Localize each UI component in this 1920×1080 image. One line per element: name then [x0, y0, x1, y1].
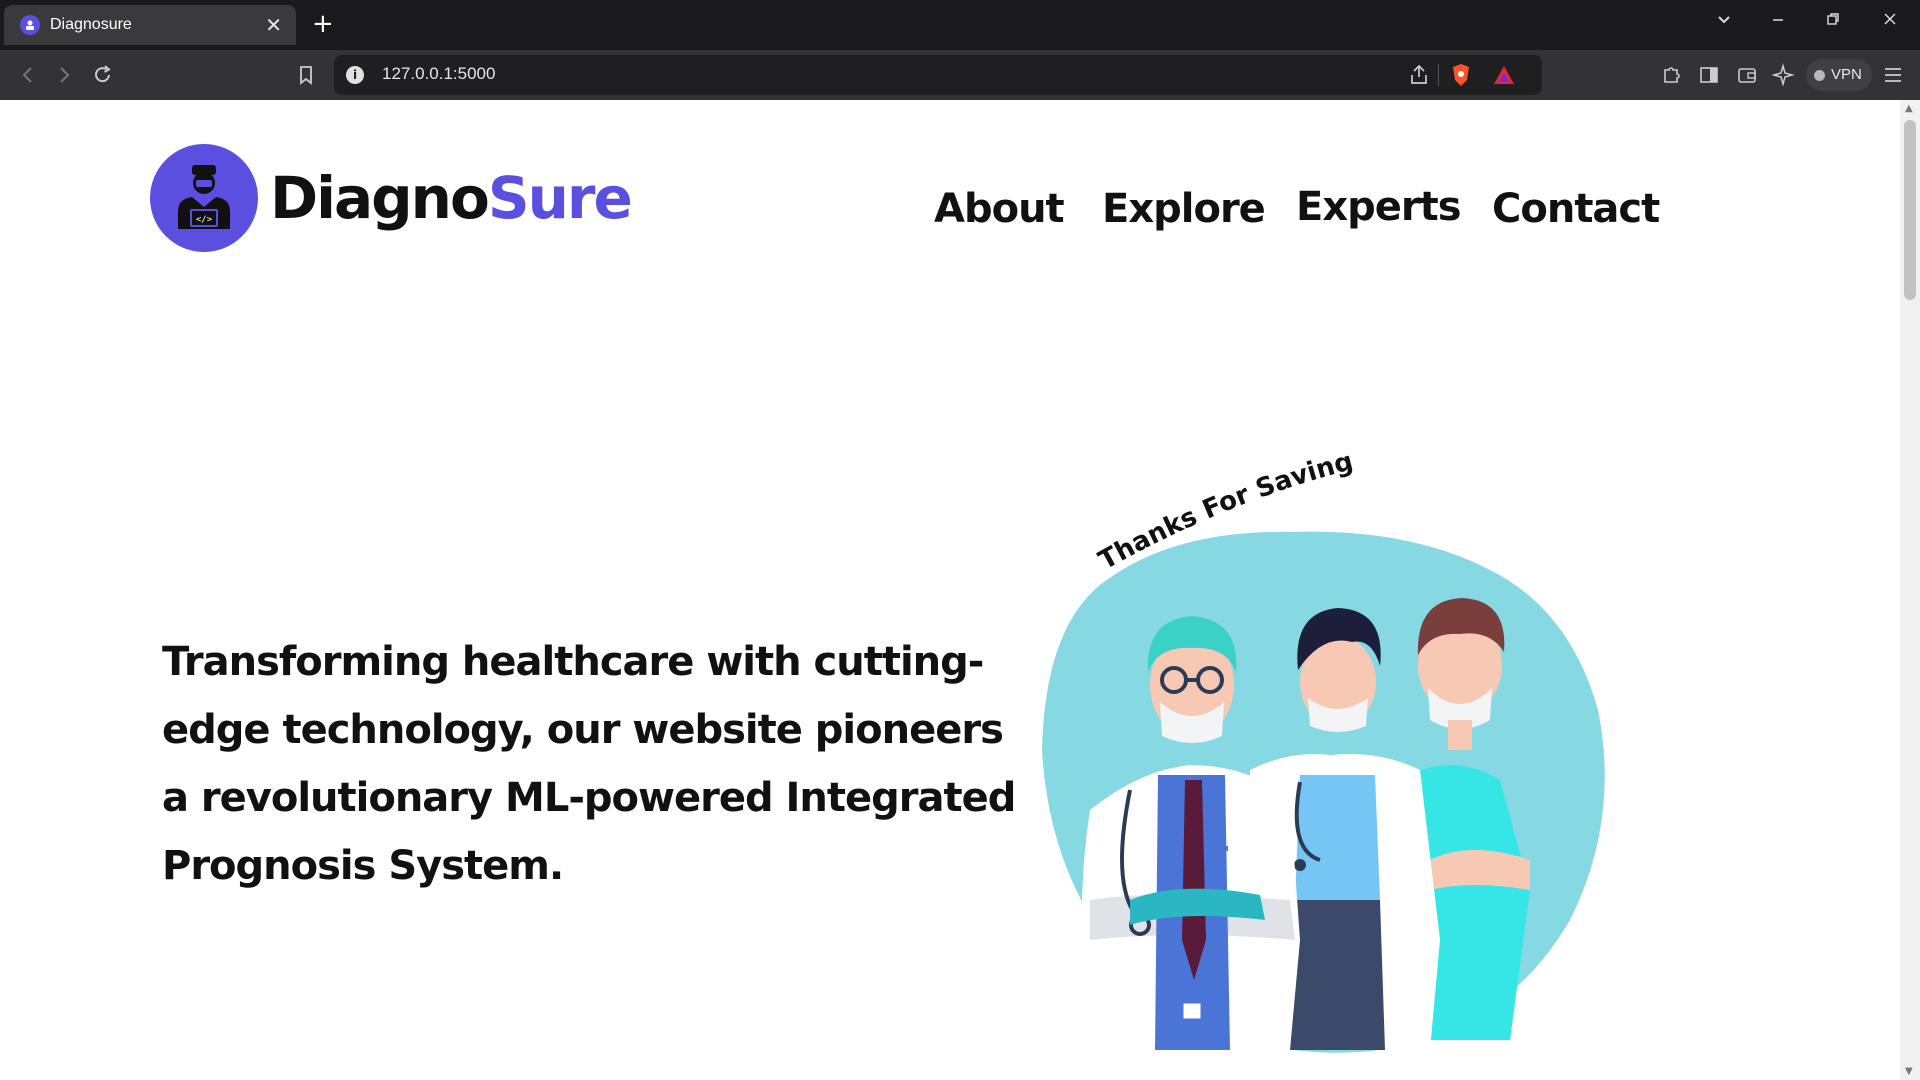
- leo-ai-icon[interactable]: [1771, 60, 1795, 99]
- site-logo[interactable]: </> DiagnoSure: [150, 144, 633, 252]
- forward-icon[interactable]: [54, 60, 74, 99]
- brand-primary: Diagno: [270, 164, 490, 232]
- share-icon[interactable]: [1408, 63, 1430, 91]
- site-info-icon[interactable]: i: [346, 66, 364, 84]
- brand-name: DiagnoSure: [270, 164, 633, 232]
- vpn-label: VPN: [1831, 66, 1862, 83]
- browser-tab[interactable]: Diagnosure ✕: [4, 5, 296, 45]
- sidebar-icon[interactable]: [1698, 60, 1720, 99]
- brave-rewards-icon[interactable]: [1492, 64, 1516, 90]
- url-text[interactable]: 127.0.0.1:5000: [382, 64, 495, 84]
- back-icon[interactable]: [18, 60, 38, 99]
- doctors-illustration: Thanks For Saving Us: [1019, 397, 1630, 1064]
- tab-list-chevron-icon[interactable]: [1716, 11, 1732, 32]
- restore-icon[interactable]: [1825, 11, 1841, 32]
- hero-text: Transforming healthcare with cutting-edg…: [162, 639, 1016, 889]
- page-scrollbar[interactable]: ▲ ▼: [1900, 100, 1920, 1080]
- nav-about[interactable]: About: [934, 186, 1065, 232]
- vpn-button[interactable]: VPN: [1806, 59, 1872, 91]
- browser-tab-bar: Diagnosure ✕ +: [0, 0, 1920, 50]
- svg-text:</>: </>: [196, 215, 213, 225]
- reload-icon[interactable]: [92, 60, 114, 99]
- scroll-up-arrow-icon[interactable]: ▲: [1905, 103, 1913, 114]
- minimize-icon[interactable]: [1770, 11, 1786, 32]
- nav-experts[interactable]: Experts: [1296, 184, 1462, 230]
- wallet-icon[interactable]: [1736, 60, 1758, 99]
- diagnosure-favicon-icon: [20, 15, 40, 35]
- logo-doctor-icon: </>: [150, 144, 258, 252]
- page-viewport: </> DiagnoSure About Explore Experts Con…: [0, 100, 1900, 1080]
- url-divider: [1438, 64, 1439, 86]
- tab-title: Diagnosure: [50, 16, 132, 33]
- scroll-thumb[interactable]: [1904, 120, 1916, 300]
- tab-close-icon[interactable]: ✕: [265, 13, 282, 37]
- nav-explore[interactable]: Explore: [1102, 186, 1266, 232]
- browser-toolbar: i 127.0.0.1:5000 VPN: [0, 50, 1920, 100]
- extensions-icon[interactable]: [1660, 60, 1682, 99]
- brand-accent: Sure: [487, 164, 633, 232]
- close-window-icon[interactable]: [1882, 11, 1898, 32]
- new-tab-button[interactable]: +: [312, 8, 334, 40]
- bookmark-icon[interactable]: [296, 60, 316, 99]
- nav-contact[interactable]: Contact: [1492, 186, 1660, 232]
- address-bar[interactable]: i 127.0.0.1:5000: [334, 55, 1542, 95]
- menu-icon[interactable]: [1882, 60, 1904, 99]
- scroll-down-arrow-icon[interactable]: ▼: [1905, 1066, 1913, 1077]
- vpn-status-icon: [1814, 69, 1825, 81]
- brave-shields-icon[interactable]: [1450, 62, 1472, 92]
